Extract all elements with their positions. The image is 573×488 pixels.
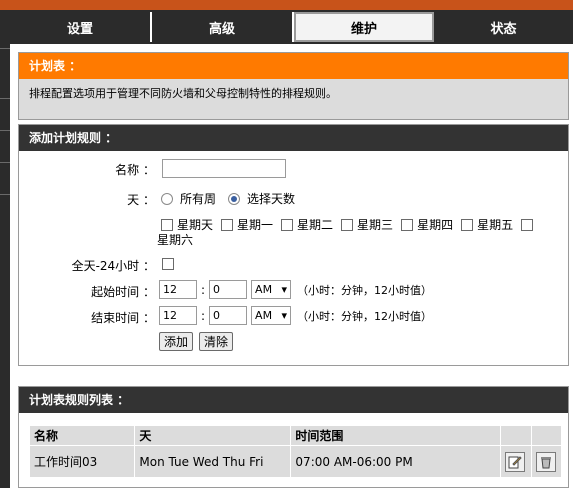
chevron-down-icon: ▾ — [281, 309, 288, 322]
start-time-hint: （小时：分钟，12小时值） — [297, 283, 433, 297]
end-time-label: 结束时间 ： — [91, 311, 155, 325]
col-delete — [530, 425, 563, 446]
allday-label: 全天-24小时 ： — [71, 259, 155, 273]
start-time-label: 起始时间 ： — [91, 285, 155, 299]
checkbox-thursday[interactable] — [401, 218, 414, 231]
checkbox-monday[interactable] — [221, 218, 234, 231]
end-ampm-value: AM — [255, 309, 273, 322]
delete-icon[interactable] — [535, 451, 556, 472]
day-label: 天 ： — [127, 193, 155, 207]
rule-list-panel: 计划表规则列表 ： 名称 天 时间范围 工作时间03 Mon Tue Wed T… — [18, 386, 569, 488]
select-days-radio[interactable] — [228, 192, 241, 205]
chevron-down-icon: ▾ — [281, 283, 288, 296]
col-name: 名称 — [28, 425, 136, 446]
main-tabs: 设置 高级 维护 状态 — [10, 10, 573, 44]
checkbox-saturday[interactable] — [521, 218, 534, 231]
edit-icon[interactable] — [505, 451, 526, 472]
rule-list-title: 计划表规则列表 ： — [19, 387, 568, 413]
delete-cell — [530, 445, 563, 478]
label-saturday: 星期六 — [157, 233, 194, 247]
nav-divider — [0, 162, 10, 163]
col-days: 天 — [134, 425, 292, 446]
tab-status[interactable]: 状态 — [434, 12, 573, 42]
tab-advanced[interactable]: 高级 — [152, 12, 294, 42]
start-colon: : — [201, 282, 206, 297]
all-week-label: 所有周 — [180, 192, 217, 206]
name-label: 名称 ： — [115, 163, 155, 177]
row-name: 工作时间03 — [28, 445, 136, 478]
end-colon: : — [201, 308, 206, 323]
row-range: 07:00 AM-06:00 PM — [290, 445, 502, 478]
checkbox-friday[interactable] — [461, 218, 474, 231]
select-days-label: 选择天数 — [247, 192, 296, 206]
add-button[interactable]: 添加 — [159, 332, 194, 351]
intro-panel: 计划表 ： 排程配置选项用于管理不同防火墙和父母控制特性的排程规则。 — [18, 52, 569, 120]
start-ampm-select[interactable]: AM ▾ — [251, 280, 292, 299]
add-rule-title: 添加计划规则 ： — [19, 125, 568, 151]
end-ampm-select[interactable]: AM ▾ — [251, 306, 292, 325]
nav-divider — [0, 98, 10, 99]
allday-checkbox[interactable] — [162, 258, 174, 270]
label-tuesday: 星期二 — [297, 218, 334, 232]
end-hour-input[interactable] — [159, 306, 197, 325]
edit-cell — [500, 445, 532, 478]
top-bar — [0, 0, 573, 10]
label-thursday: 星期四 — [417, 218, 454, 232]
end-time-hint: （小时：分钟，12小时值） — [297, 309, 433, 323]
intro-text: 排程配置选项用于管理不同防火墙和父母控制特性的排程规则。 — [29, 87, 337, 100]
nav-divider — [0, 130, 10, 131]
left-nav — [0, 10, 10, 488]
table-header-row: 名称 天 时间范围 — [28, 425, 563, 446]
col-edit — [500, 425, 532, 446]
checkbox-tuesday[interactable] — [281, 218, 294, 231]
name-input[interactable] — [162, 159, 286, 178]
start-hour-input[interactable] — [159, 280, 197, 299]
rule-table: 名称 天 时间范围 工作时间03 Mon Tue Wed Thu Fri 07:… — [28, 425, 563, 478]
checkbox-sunday[interactable] — [161, 218, 173, 231]
end-minute-input[interactable] — [209, 306, 248, 325]
start-ampm-value: AM — [255, 283, 273, 296]
row-days: Mon Tue Wed Thu Fri — [134, 445, 292, 478]
label-wednesday: 星期三 — [357, 218, 394, 232]
tab-maintenance[interactable]: 维护 — [294, 12, 434, 42]
checkbox-wednesday[interactable] — [341, 218, 354, 231]
label-monday: 星期一 — [237, 218, 274, 232]
start-minute-input[interactable] — [209, 280, 248, 299]
nav-divider — [0, 194, 10, 195]
intro-title: 计划表 ： — [19, 53, 568, 79]
nav-divider — [0, 48, 10, 49]
tab-setup[interactable]: 设置 — [10, 12, 152, 42]
add-rule-panel: 添加计划规则 ： 名称 ： 天 ： 所有周 选择天数 星期天 星期一 星期二 星… — [18, 124, 569, 366]
table-row: 工作时间03 Mon Tue Wed Thu Fri 07:00 AM-06:0… — [28, 445, 563, 478]
clear-button[interactable]: 清除 — [199, 332, 234, 351]
label-friday: 星期五 — [477, 218, 514, 232]
col-range: 时间范围 — [290, 425, 502, 446]
all-week-radio[interactable] — [161, 192, 173, 205]
